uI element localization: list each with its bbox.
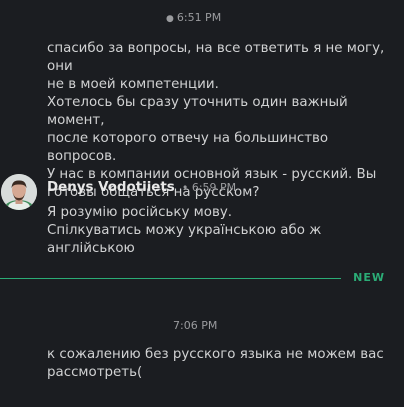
user-avatar-icon — [1, 174, 37, 210]
message-header: Denys Vodotiiets • 6:59 PM — [47, 176, 236, 195]
author-name[interactable]: Denys Vodotiiets — [47, 180, 175, 195]
new-messages-label: NEW — [341, 270, 404, 286]
message-timestamp[interactable]: 7:06 PM — [173, 319, 217, 332]
message-body: к сожалению без русского языка не можем … — [47, 346, 396, 382]
separator-dot: ● — [166, 14, 174, 24]
message-text: к сожалению без русского языка не можем … — [47, 347, 384, 380]
message-text: Я розумію російську мову. Спілкуватись м… — [47, 205, 322, 256]
message-body: Я розумію російську мову. Спілкуватись м… — [47, 204, 396, 258]
message-timestamp[interactable]: ● 6:51 PM — [166, 11, 221, 24]
avatar[interactable] — [1, 174, 37, 210]
message-timestamp[interactable]: • 6:59 PM — [182, 181, 236, 194]
